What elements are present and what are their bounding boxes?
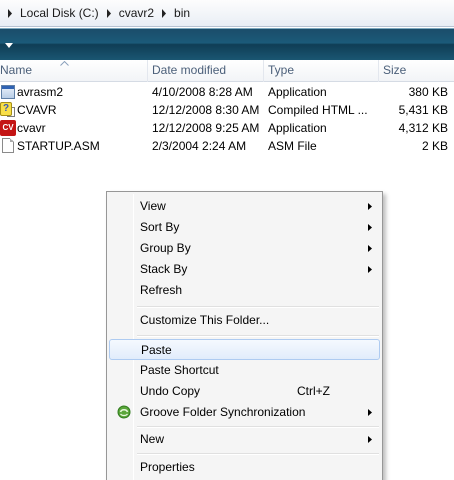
menu-item-label: Groove Folder Synchronization: [140, 405, 306, 419]
chevron-down-icon[interactable]: [4, 41, 14, 49]
file-type: Compiled HTML ...: [268, 103, 368, 117]
menu-item-label: Undo Copy: [140, 384, 201, 398]
file-name: cvavr: [17, 121, 46, 135]
menu-item-label: Refresh: [140, 283, 183, 297]
file-name: CVAVR: [17, 103, 57, 117]
menu-item-properties[interactable]: Properties: [109, 457, 380, 478]
groove-icon: [117, 405, 131, 419]
breadcrumb-chevron-icon[interactable]: [103, 3, 115, 23]
menu-item-label: New: [140, 432, 165, 446]
document-icon: [0, 138, 16, 154]
file-row[interactable]: ? CVAVR 12/12/2008 8:30 AM Compiled HTML…: [0, 101, 454, 119]
submenu-arrow-icon: [368, 224, 372, 231]
column-header-date[interactable]: Date modified: [148, 60, 264, 82]
column-header-size[interactable]: Size: [379, 60, 454, 82]
file-row[interactable]: STARTUP.ASM 2/3/2004 2:24 AM ASM File 2 …: [0, 137, 454, 155]
submenu-arrow-icon: [368, 266, 372, 273]
submenu-arrow-icon: [368, 409, 372, 416]
file-type: ASM File: [268, 139, 317, 153]
menu-item-sort-by[interactable]: Sort By: [109, 217, 380, 238]
menu-item-customize-folder[interactable]: Customize This Folder...: [109, 310, 380, 331]
breadcrumb-local-disk[interactable]: Local Disk (C:): [16, 3, 103, 23]
menu-item-paste[interactable]: Paste: [109, 339, 380, 360]
menu-item-label: View: [140, 199, 166, 213]
menu-item-new[interactable]: New: [109, 429, 380, 450]
breadcrumb-chevron-icon[interactable]: [158, 3, 170, 23]
context-menu: View Sort By Group By Stack By Refresh C…: [106, 191, 383, 480]
menu-item-label: Sort By: [140, 220, 180, 234]
file-date: 12/12/2008 9:25 AM: [152, 121, 260, 135]
column-header-type[interactable]: Type: [264, 60, 379, 82]
menu-separator: [137, 335, 379, 337]
menu-item-label: Customize This Folder...: [140, 313, 270, 327]
menu-item-label: Group By: [140, 241, 191, 255]
file-name: STARTUP.ASM: [17, 139, 100, 153]
address-bar[interactable]: Local Disk (C:) cvavr2 bin: [0, 0, 454, 27]
file-row[interactable]: avrasm2 4/10/2008 8:28 AM Application 38…: [0, 83, 454, 101]
column-headers: Name Date modified Type Size: [0, 60, 454, 82]
file-size: 5,431 KB: [398, 103, 448, 117]
chm-help-icon: ?: [0, 102, 16, 118]
codevision-icon: CV: [0, 120, 16, 136]
menu-separator: [137, 306, 379, 308]
application-icon: [0, 84, 16, 100]
menu-separator: [137, 426, 379, 428]
submenu-arrow-icon: [368, 203, 372, 210]
breadcrumb-bin[interactable]: bin: [170, 3, 194, 23]
menu-item-label: Paste: [141, 343, 172, 357]
file-date: 4/10/2008 8:28 AM: [152, 85, 253, 99]
menu-item-groove-sync[interactable]: Groove Folder Synchronization: [109, 402, 380, 423]
menu-item-paste-shortcut[interactable]: Paste Shortcut: [109, 360, 380, 381]
file-type: Application: [268, 85, 327, 99]
file-row[interactable]: CV cvavr 12/12/2008 9:25 AM Application …: [0, 119, 454, 137]
menu-item-stack-by[interactable]: Stack By: [109, 259, 380, 280]
file-size: 4,312 KB: [398, 121, 448, 135]
breadcrumb-cvavr2[interactable]: cvavr2: [115, 3, 158, 23]
menu-item-label: Stack By: [140, 262, 188, 276]
submenu-arrow-icon: [368, 436, 372, 443]
menu-item-group-by[interactable]: Group By: [109, 238, 380, 259]
file-size: 2 KB: [421, 139, 448, 153]
column-header-name-label: Name: [0, 63, 33, 77]
submenu-arrow-icon: [368, 245, 372, 252]
file-name: avrasm2: [17, 85, 64, 99]
menu-item-view[interactable]: View: [109, 196, 380, 217]
file-list: avrasm2 4/10/2008 8:28 AM Application 38…: [0, 83, 454, 155]
menu-item-shortcut: Ctrl+Z: [297, 384, 330, 398]
menu-item-undo-copy[interactable]: Undo Copy Ctrl+Z: [109, 381, 380, 402]
sort-ascending-icon: [60, 61, 69, 66]
file-date: 2/3/2004 2:24 AM: [152, 139, 247, 153]
menu-separator: [137, 453, 379, 455]
file-type: Application: [268, 121, 327, 135]
menu-item-label: Paste Shortcut: [140, 363, 219, 377]
command-bar: [0, 28, 454, 60]
menu-item-label: Properties: [140, 460, 195, 474]
breadcrumb-chevron-icon[interactable]: [4, 3, 16, 23]
column-header-name[interactable]: Name: [0, 60, 148, 82]
file-date: 12/12/2008 8:30 AM: [152, 103, 260, 117]
file-size: 380 KB: [408, 85, 448, 99]
menu-item-refresh[interactable]: Refresh: [109, 280, 380, 301]
